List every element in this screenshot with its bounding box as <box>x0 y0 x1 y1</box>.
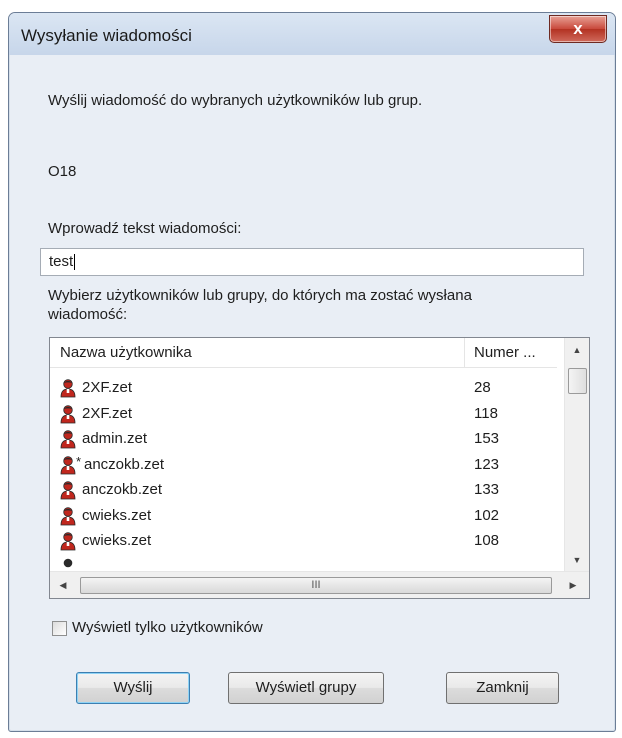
user-icon <box>60 481 76 500</box>
scroll-up-arrow-icon[interactable]: ▲ <box>565 338 589 362</box>
users-only-checkbox[interactable] <box>52 621 67 636</box>
user-icon <box>60 532 76 551</box>
recipients-label-line2: wiadomość: <box>48 306 128 323</box>
user-name: cwieks.zet <box>82 506 152 524</box>
user-name: admin.zet <box>82 430 148 447</box>
column-separator[interactable] <box>464 338 465 368</box>
scroll-right-arrow-icon[interactable]: ▶ <box>562 573 584 597</box>
user-name: cwieks.zet <box>82 532 152 549</box>
user-icon <box>60 404 76 423</box>
user-name: 2XF.zet <box>82 379 133 396</box>
user-icon <box>60 379 76 398</box>
scroll-left-arrow-icon[interactable]: ◀ <box>52 573 74 597</box>
recipients-label-line1: Wybierz użytkowników lub grupy, do który… <box>48 287 472 304</box>
user-name: 2XF.zet <box>82 404 133 422</box>
show-groups-button[interactable]: Wyświetl grupy <box>228 672 384 704</box>
close-button[interactable]: Zamknij <box>446 672 559 704</box>
message-input-value: test <box>49 253 74 270</box>
list-item[interactable]: admin.zet 153 <box>50 427 557 452</box>
vertical-scroll-thumb[interactable] <box>568 368 587 394</box>
user-name: anczokb.zet <box>84 455 165 473</box>
vertical-scrollbar[interactable]: ▲ ▼ <box>564 338 589 572</box>
send-button[interactable]: Wyślij <box>76 672 190 704</box>
column-header-username[interactable]: Nazwa użytkownika <box>60 344 192 361</box>
window-title: Wysyłanie wiadomości <box>21 26 192 45</box>
user-number: 108 <box>474 532 500 549</box>
list-item[interactable]: 2XF.zet 118 <box>50 402 557 427</box>
title-bar[interactable]: Wysyłanie wiadomości x <box>9 13 615 55</box>
user-number: 153 <box>474 430 500 447</box>
user-number: 133 <box>474 481 500 498</box>
list-item[interactable]: cwieks.zet 108 <box>50 529 557 554</box>
text-caret <box>74 254 76 271</box>
user-number: 28 <box>474 379 491 396</box>
user-number: 123 <box>474 455 500 473</box>
marked-indicator: * <box>76 453 82 469</box>
intro-text: Wyślij wiadomość do wybranych użytkownik… <box>48 92 423 109</box>
recipients-list[interactable]: Nazwa użytkownika Numer ... 2XF.zet 28 2XF… <box>49 337 590 599</box>
message-input[interactable]: test <box>40 248 584 276</box>
user-name: anczokb.zet <box>82 481 163 498</box>
column-header-number[interactable]: Numer ... <box>474 344 536 361</box>
user-number: 118 <box>474 404 498 422</box>
close-window-button[interactable]: x <box>549 15 607 43</box>
list-item[interactable]: anczokb.zet 123 * <box>50 453 557 478</box>
user-icon <box>60 430 76 449</box>
list-item[interactable]: anczokb.zet 133 <box>50 478 557 503</box>
user-icon <box>60 506 76 525</box>
user-number: 102 <box>474 506 500 524</box>
scroll-down-arrow-icon[interactable]: ▼ <box>565 548 589 572</box>
list-item[interactable]: cwieks.zet 102 <box>50 504 557 529</box>
horizontal-scroll-thumb[interactable]: III <box>80 577 552 594</box>
sender-label: O18 <box>48 163 77 180</box>
horizontal-scrollbar[interactable]: ◀ III ▶ <box>50 571 589 598</box>
message-label: Wprowadź tekst wiadomości: <box>48 220 242 237</box>
user-icon <box>60 455 76 474</box>
list-item[interactable]: 2XF.zet 28 <box>50 376 557 401</box>
users-only-label: Wyświetl tylko użytkowników <box>72 619 263 636</box>
list-header: Nazwa użytkownika Numer ... <box>50 338 557 368</box>
